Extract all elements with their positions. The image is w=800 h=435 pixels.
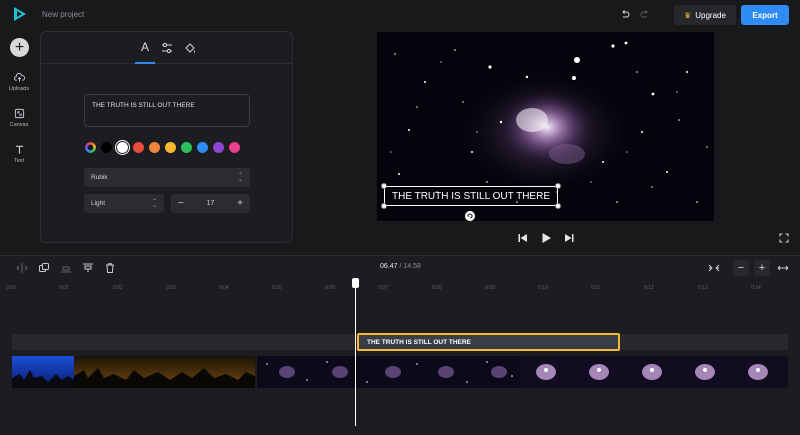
skip-forward-icon[interactable] [563, 232, 575, 244]
sidebar-item-label: Canvas [9, 122, 29, 128]
playhead-line[interactable] [355, 280, 356, 426]
timeline-ruler[interactable]: 0:00 0:01 0:02 0:03 0:04 0:05 0:06 0:07 … [0, 281, 800, 295]
align-bottom-icon[interactable] [60, 262, 72, 274]
top-bar: New project ♛ Upgrade Export [0, 0, 800, 30]
select-arrows-icon: ⌃ ⌄ [237, 172, 243, 183]
font-weight-select[interactable]: Light ⌃ ⌄ [84, 194, 164, 213]
font-size-stepper: − 17 + [171, 194, 250, 213]
skip-back-icon[interactable] [517, 232, 529, 244]
current-time: 06.47 [380, 263, 398, 270]
tick-label: 0:08 [432, 285, 442, 291]
tick-label: 0:09 [485, 285, 495, 291]
resize-handle-bottom-left[interactable] [381, 203, 387, 209]
tick-label: 0:14 [751, 285, 761, 291]
fit-to-screen-icon[interactable] [708, 262, 720, 274]
tick-label: 0:07 [378, 285, 388, 291]
upgrade-label: Upgrade [695, 10, 726, 20]
video-clip-4[interactable] [520, 356, 788, 388]
tick-label: 0:00 [6, 285, 16, 291]
trash-icon[interactable] [104, 262, 116, 274]
align-top-icon[interactable] [82, 262, 94, 274]
resize-handle-bottom-right[interactable] [555, 203, 561, 209]
video-track [12, 356, 788, 388]
zoom-out-button[interactable]: − [733, 260, 749, 276]
tick-label: 0:04 [219, 285, 229, 291]
color-swatches [85, 142, 240, 153]
video-clip-3[interactable] [257, 356, 520, 388]
upgrade-button[interactable]: ♛ Upgrade [674, 5, 736, 25]
time-separator: / [399, 263, 402, 270]
panel-tabs: A [41, 32, 292, 64]
left-sidebar: + Uploads Canvas Text [0, 30, 38, 255]
text-clip-label: THE TRUTH IS STILL OUT THERE [367, 338, 471, 346]
plus-icon[interactable]: + [10, 38, 29, 57]
color-swatch-red[interactable] [133, 142, 144, 153]
tick-label: 0:01 [59, 285, 69, 291]
play-icon[interactable] [540, 232, 552, 244]
text-content-input[interactable]: THE TRUTH IS STILL OUT THERE [84, 94, 250, 127]
tick-label: 0:03 [166, 285, 176, 291]
canvas-resize-icon [14, 108, 24, 119]
total-time: 14.58 [403, 263, 421, 270]
tick-label: 0:12 [644, 285, 654, 291]
tick-label: 0:11 [591, 285, 601, 291]
tick-label: 0:06 [325, 285, 335, 291]
caption-text-box[interactable]: THE TRUTH IS STILL OUT THERE [384, 186, 558, 206]
color-swatch-green[interactable] [181, 142, 192, 153]
decrease-icon[interactable]: − [178, 198, 184, 209]
sidebar-item-uploads[interactable]: Uploads [0, 72, 38, 92]
color-swatch-blue[interactable] [197, 142, 208, 153]
time-display: 06.47 / 14.58 [380, 263, 421, 270]
color-swatch-black[interactable] [101, 142, 112, 153]
upload-cloud-icon [13, 72, 25, 82]
select-arrows-icon: ⌃ ⌄ [151, 198, 157, 209]
caption-text: THE TRUTH IS STILL OUT THERE [392, 190, 550, 202]
resize-handle-top-left[interactable] [381, 183, 387, 189]
letter-a-icon: A [140, 40, 149, 54]
tab-text-style[interactable]: A [135, 40, 155, 64]
duplicate-icon[interactable] [38, 262, 50, 274]
sidebar-item-text[interactable]: Text [0, 144, 38, 164]
rotate-icon[interactable] [465, 211, 475, 221]
redo-icon[interactable] [640, 9, 650, 19]
sliders-icon[interactable] [161, 42, 173, 54]
text-t-icon [15, 145, 23, 154]
fullscreen-icon[interactable] [779, 233, 789, 243]
sidebar-item-label: Uploads [8, 86, 30, 92]
video-clip-2[interactable] [74, 356, 255, 388]
font-family-select[interactable]: Rubik ⌃ ⌄ [84, 168, 250, 187]
app-logo-icon[interactable] [12, 6, 28, 22]
color-swatch-orange[interactable] [149, 142, 160, 153]
tick-label: 0:05 [272, 285, 282, 291]
font-weight-value: Light [91, 200, 106, 207]
color-picker-icon[interactable] [85, 142, 96, 153]
resize-handle-top-right[interactable] [555, 183, 561, 189]
tick-label: 0:13 [698, 285, 708, 291]
font-size-value[interactable]: 17 [207, 200, 215, 207]
sidebar-item-label: Text [13, 158, 25, 164]
sidebar-item-canvas[interactable]: Canvas [0, 108, 38, 128]
color-swatch-white[interactable] [117, 142, 128, 153]
tick-label: 0:10 [538, 285, 548, 291]
timeline-panel: 06.47 / 14.58 − + 0:00 0:01 0:02 0:03 0:… [0, 255, 800, 435]
tick-label: 0:02 [113, 285, 123, 291]
zoom-in-button[interactable]: + [754, 260, 770, 276]
crown-icon: ♛ [684, 10, 692, 20]
paint-bucket-icon[interactable] [184, 42, 196, 54]
undo-icon[interactable] [620, 9, 630, 19]
playhead-handle[interactable] [352, 278, 359, 288]
text-properties-panel: A THE TRUTH IS STILL OUT THERE Rubik ⌃ ⌄ … [40, 31, 293, 243]
expand-timeline-icon[interactable] [777, 262, 789, 274]
text-clip[interactable]: THE TRUTH IS STILL OUT THERE [357, 333, 620, 351]
color-swatch-pink[interactable] [229, 142, 240, 153]
color-swatch-purple[interactable] [213, 142, 224, 153]
video-clip-1[interactable] [12, 356, 74, 388]
color-swatch-yellow[interactable] [165, 142, 176, 153]
export-button[interactable]: Export [741, 5, 789, 25]
increase-icon[interactable]: + [237, 198, 243, 209]
project-name[interactable]: New project [42, 10, 84, 19]
split-icon[interactable] [16, 262, 28, 274]
font-family-value: Rubik [91, 174, 108, 181]
